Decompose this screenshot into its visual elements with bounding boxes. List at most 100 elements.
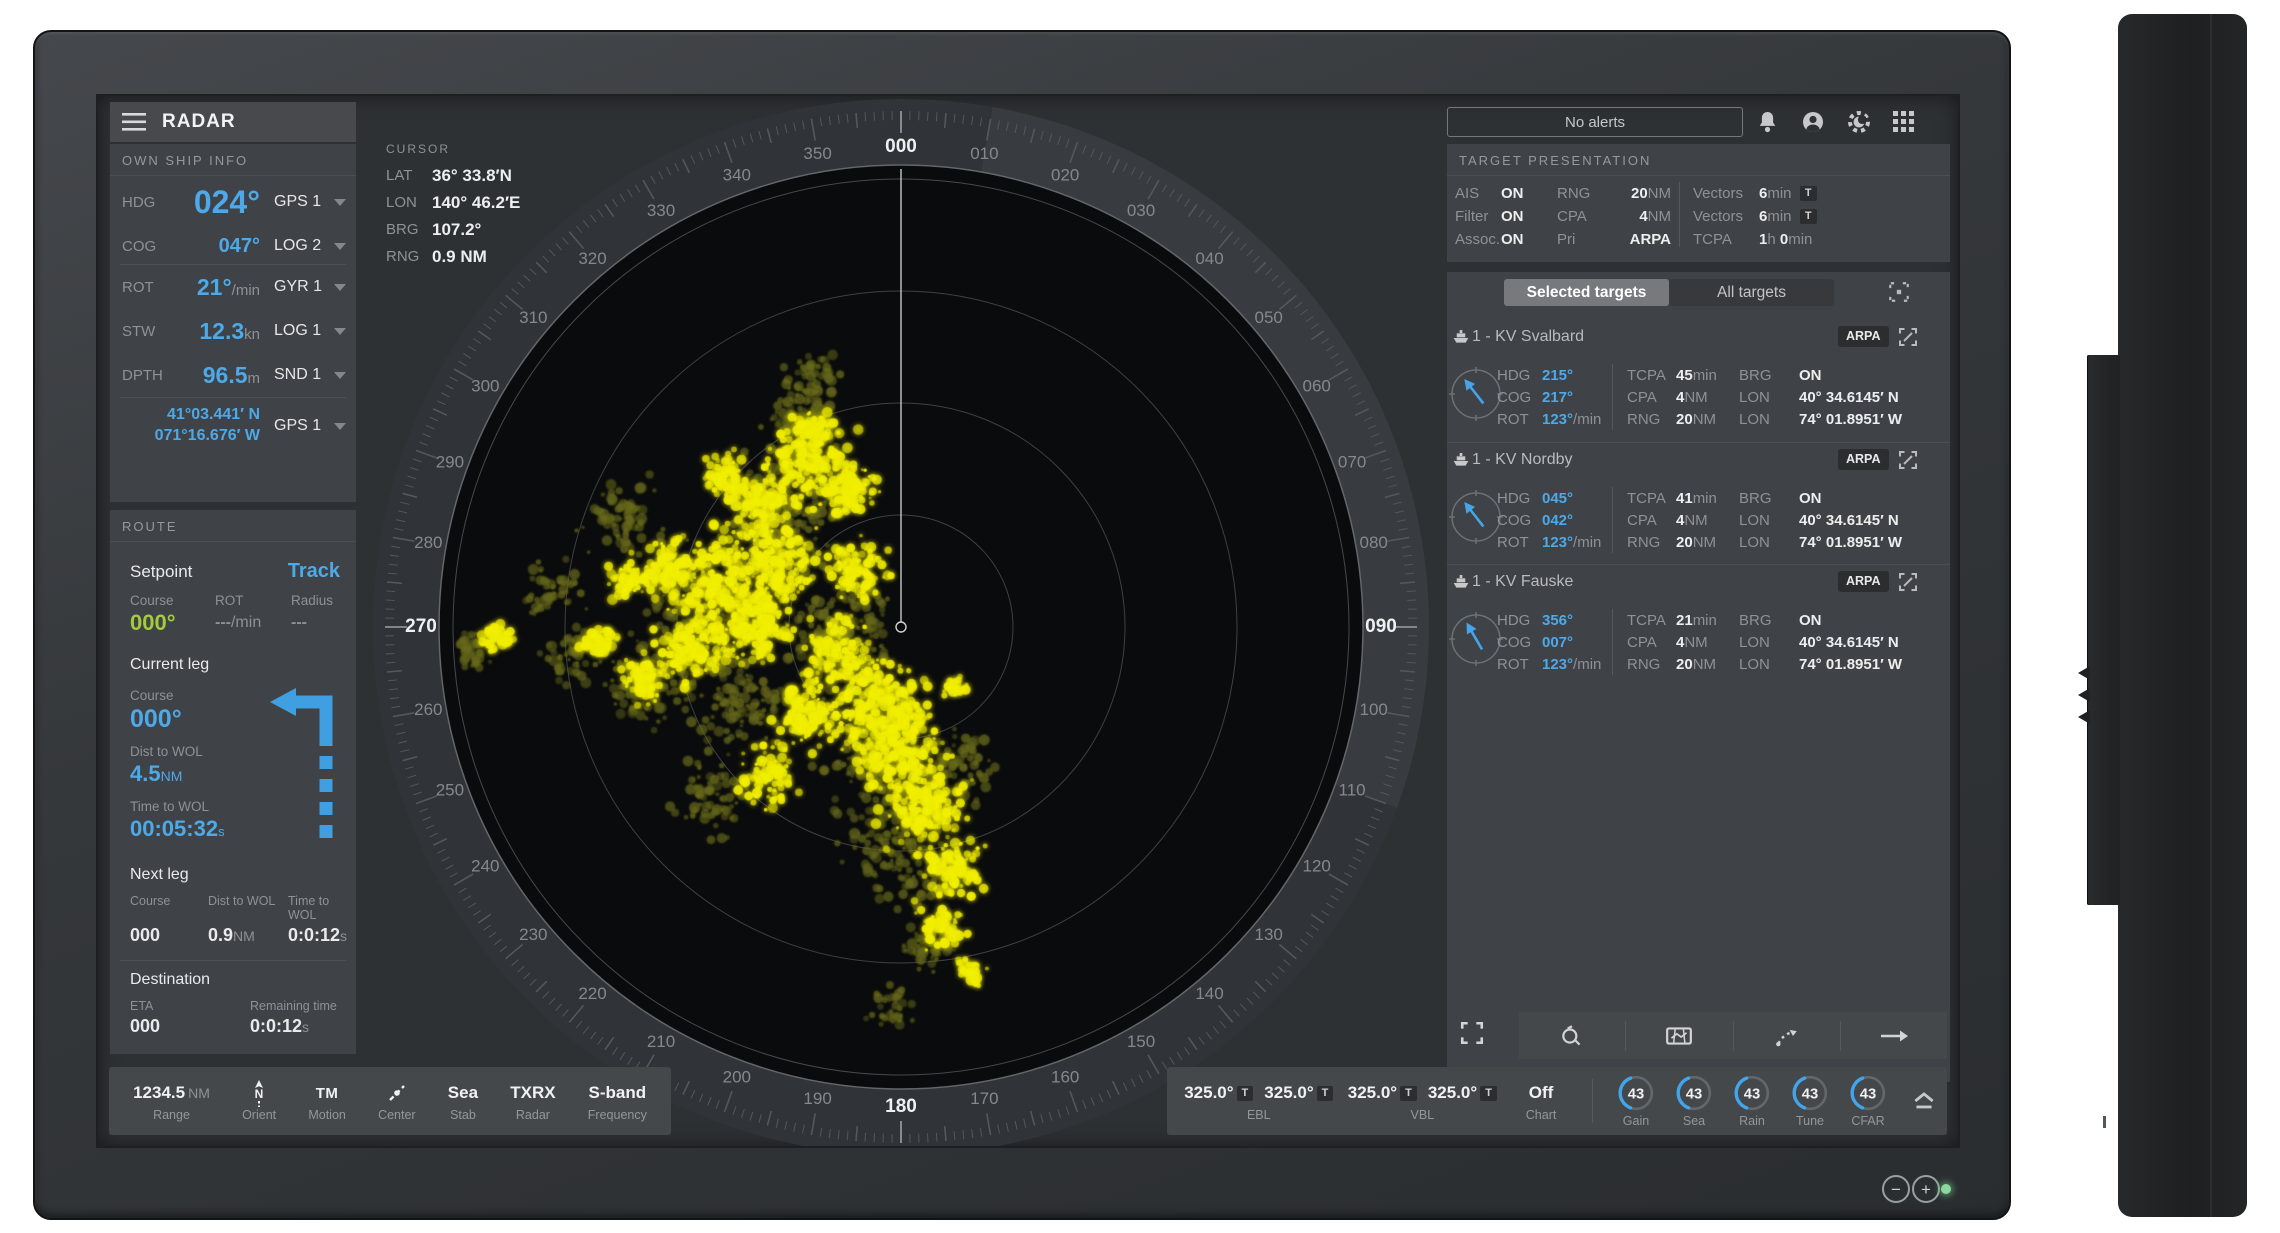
cursor-title: CURSOR xyxy=(386,142,451,156)
sea-label: Sea xyxy=(1682,1114,1706,1128)
user-account-icon[interactable] xyxy=(1801,110,1825,134)
hdg-source-chevron-down-icon[interactable] xyxy=(334,198,346,206)
cog-source-chevron-down-icon[interactable] xyxy=(334,242,346,250)
rot-row: ROT 21°/min GYR 1 xyxy=(110,265,356,309)
target-presentation-panel: TARGET PRESENTATION AIS ON RNG 20NM Vect… xyxy=(1447,144,1950,262)
rot-unit: /min xyxy=(231,281,260,299)
rot-label: ROT xyxy=(1497,533,1529,551)
target-trails-icon[interactable] xyxy=(1732,1020,1840,1051)
frequency-value: S-band xyxy=(588,1083,647,1102)
cog-label: COG xyxy=(122,237,157,255)
filter-value[interactable]: ON xyxy=(1501,208,1557,225)
vectors2-true-chip[interactable]: T xyxy=(1799,209,1817,224)
menu-hamburger-icon[interactable] xyxy=(122,113,146,131)
tab-all-targets[interactable]: All targets xyxy=(1669,279,1834,306)
stw-source-chevron-down-icon[interactable] xyxy=(334,327,346,335)
vbl-true-chip-2[interactable]: T xyxy=(1480,1085,1497,1101)
own-lat-value: 41°03.441′ N xyxy=(167,406,260,424)
target-card[interactable]: 1 - KV Fauske ARPA HDG 356° TCPA 21min BRG… xyxy=(1447,564,1950,687)
route-radius-label: Radius xyxy=(291,593,334,608)
tcpa-unit: min xyxy=(1692,611,1717,629)
range-control[interactable]: 1234.5 NM Range xyxy=(133,1080,210,1122)
lon-label: LON xyxy=(1739,655,1770,673)
chart-control[interactable]: Off Chart xyxy=(1504,1080,1578,1122)
bell-icon[interactable] xyxy=(1756,110,1779,134)
position-source: GPS 1 xyxy=(274,417,322,434)
gain-knob[interactable]: 43 Gain xyxy=(1607,1074,1665,1128)
frequency-control[interactable]: S-band Frequency xyxy=(588,1080,647,1122)
stabilization-control[interactable]: Sea Stab xyxy=(448,1080,478,1122)
target-card[interactable]: 1 - KV Svalbard ARPA HDG 215° TCPA 45min B… xyxy=(1447,320,1950,442)
alerts-field[interactable]: No alerts xyxy=(1447,107,1743,137)
rng-label: RNG xyxy=(1627,410,1661,428)
cpa-unit: NM xyxy=(1684,511,1708,529)
frequency-label: Frequency xyxy=(587,1108,647,1122)
acquire-target-icon[interactable] xyxy=(1519,1023,1625,1049)
own-ship-info-title: OWN SHIP INFO xyxy=(110,144,356,176)
stw-row: STW 12.3kn LOG 1 xyxy=(110,309,356,353)
rain-knob[interactable]: 43 Rain xyxy=(1723,1074,1781,1128)
sea-knob[interactable]: 43 Sea xyxy=(1665,1074,1723,1128)
hdg-source: GPS 1 xyxy=(274,193,322,210)
cpa-unit: NM xyxy=(1684,388,1708,406)
tp-row-2: Filter ON CPA 4NM Vectors 6min T xyxy=(1447,205,1950,228)
vbl-control[interactable]: 325.0° T 325.0° T VBL xyxy=(1341,1080,1505,1122)
tune-knob[interactable]: 43 Tune xyxy=(1781,1074,1839,1128)
fullscreen-icon[interactable] xyxy=(1459,1020,1485,1046)
dpth-source-chevron-down-icon[interactable] xyxy=(334,371,346,379)
collapse-bar-icon[interactable] xyxy=(1911,1091,1937,1111)
stw-value: 12.3 xyxy=(199,317,245,344)
motion-label: Motion xyxy=(308,1108,346,1122)
vectors-true-chip[interactable]: T xyxy=(1799,186,1817,201)
expand-target-icon[interactable] xyxy=(1897,571,1919,593)
vbl-label: VBL xyxy=(1410,1108,1435,1122)
cfar-knob[interactable]: 43 CFAR xyxy=(1839,1074,1897,1128)
assoc-value[interactable]: ON xyxy=(1501,231,1557,248)
apps-grid-icon[interactable] xyxy=(1893,111,1915,133)
expand-target-list-icon[interactable] xyxy=(1887,280,1911,304)
position-source-chevron-down-icon[interactable] xyxy=(334,422,346,430)
target-tcpa: 45 xyxy=(1676,366,1693,384)
display-settings-bar: 1234.5 NM Range N Orient TM Motion Cente… xyxy=(109,1067,671,1135)
tcpa-min-value[interactable]: 0 xyxy=(1780,231,1788,248)
hdg-label: HDG xyxy=(122,193,156,211)
motion-control[interactable]: TM Motion xyxy=(308,1080,346,1123)
orientation-control[interactable]: N Orient xyxy=(242,1079,276,1122)
expand-target-icon[interactable] xyxy=(1897,326,1919,348)
ebl-true-chip-2[interactable]: T xyxy=(1316,1085,1334,1101)
vbl-true-chip-1[interactable]: T xyxy=(1400,1085,1417,1101)
brightness-plus-button[interactable]: + xyxy=(1912,1175,1940,1203)
vector-arrow-icon[interactable] xyxy=(1839,1020,1947,1051)
target-card[interactable]: 1 - KV Nordby ARPA HDG 045° TCPA 41min BRG… xyxy=(1447,442,1950,565)
day-night-theme-icon[interactable] xyxy=(1847,110,1871,134)
brightness-minus-button[interactable]: − xyxy=(1882,1175,1910,1203)
ebl-true-chip-1[interactable]: T xyxy=(1236,1085,1254,1101)
vectors2-label: Vectors xyxy=(1693,208,1744,225)
ais-value[interactable]: ON xyxy=(1501,185,1557,202)
cpa-value[interactable]: 4 xyxy=(1639,208,1647,225)
rng-value[interactable]: 20 xyxy=(1631,185,1648,202)
center-control[interactable]: Center xyxy=(378,1080,416,1122)
lat-label: LON xyxy=(1739,511,1770,529)
route-course-value: 000° xyxy=(130,610,176,635)
radar-echo-display[interactable] xyxy=(431,157,1371,1097)
tp-row-3: Assoc. ON Pri ARPA TCPA 1h 0min xyxy=(1447,228,1950,251)
brg-label: BRG xyxy=(1739,366,1772,384)
rot-label: ROT xyxy=(1497,410,1529,428)
expand-target-icon[interactable] xyxy=(1897,449,1919,471)
tab-selected-targets[interactable]: Selected targets xyxy=(1504,279,1669,306)
rot-source-chevron-down-icon[interactable] xyxy=(334,283,346,291)
target-cog: 007° xyxy=(1542,633,1574,651)
pri-value[interactable]: ARPA xyxy=(1630,231,1671,248)
lat-label: LON xyxy=(1739,388,1770,406)
ship-icon xyxy=(1453,330,1469,343)
txrx-control[interactable]: TXRX Radar xyxy=(510,1080,555,1122)
target-brg: ON xyxy=(1799,366,1822,384)
brg-label: BRG xyxy=(1739,489,1772,507)
setpoint-value[interactable]: Track xyxy=(288,560,340,583)
ship-icon xyxy=(1453,453,1469,466)
ebl-control[interactable]: 325.0° T 325.0° T EBL xyxy=(1177,1080,1341,1122)
svg-text:N: N xyxy=(255,1087,264,1101)
target-brg: ON xyxy=(1799,489,1822,507)
chart-overlay-icon[interactable] xyxy=(1625,1020,1732,1051)
